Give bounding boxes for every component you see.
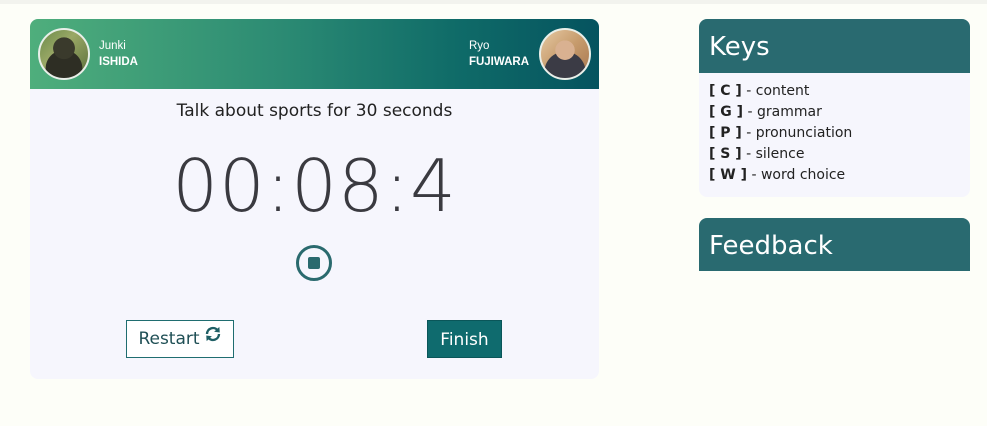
key-code: [ G ] [709,104,744,120]
key-code: [ W ] [709,167,747,183]
key-code: [ C ] [709,83,742,99]
teacher-avatar [539,28,591,80]
key-code: [ S ] [709,146,742,162]
key-description: - word choice [747,167,846,183]
keys-panel: Keys [ C ] - content [ G ] - grammar [ P… [699,19,970,197]
teacher-name: Ryo FUJIWARA [469,38,529,70]
refresh-icon [204,320,222,356]
speaking-card: Junki ISHIDA Ryo FUJIWARA Talk about spo… [30,19,599,379]
top-divider [0,0,987,4]
key-item-silence: [ S ] - silence [709,144,960,165]
restart-label: Restart [138,329,200,349]
key-description: - grammar [743,104,822,120]
key-description: - silence [741,146,805,162]
teacher-first-name: Ryo [468,40,490,52]
task-prompt: Talk about sports for 30 seconds [176,101,453,121]
teacher-last-name: FUJIWARA [468,56,529,68]
key-description: - content [741,83,810,99]
timer-display: 00:08:4 [172,144,457,228]
participants-header: Junki ISHIDA Ryo FUJIWARA [30,19,599,89]
keys-list: [ C ] - content [ G ] - grammar [ P ] - … [699,73,970,186]
restart-button[interactable]: Restart [126,320,234,358]
key-description: - pronunciation [741,125,853,141]
key-item-content: [ C ] - content [709,81,960,102]
key-code: [ P ] [709,125,742,141]
stop-circle-icon [308,257,320,269]
student-last-name: ISHIDA [99,56,138,68]
student-first-name: Junki [99,40,126,52]
stop-button[interactable] [296,245,332,281]
keys-title: Keys [699,19,970,73]
finish-button[interactable]: Finish [427,320,502,358]
key-item-word-choice: [ W ] - word choice [709,165,960,186]
student-name: Junki ISHIDA [99,38,138,70]
key-item-pronunciation: [ P ] - pronunciation [709,123,960,144]
feedback-panel: Feedback [699,218,970,271]
key-item-grammar: [ G ] - grammar [709,102,960,123]
student-avatar [38,28,90,80]
feedback-title: Feedback [699,218,970,271]
